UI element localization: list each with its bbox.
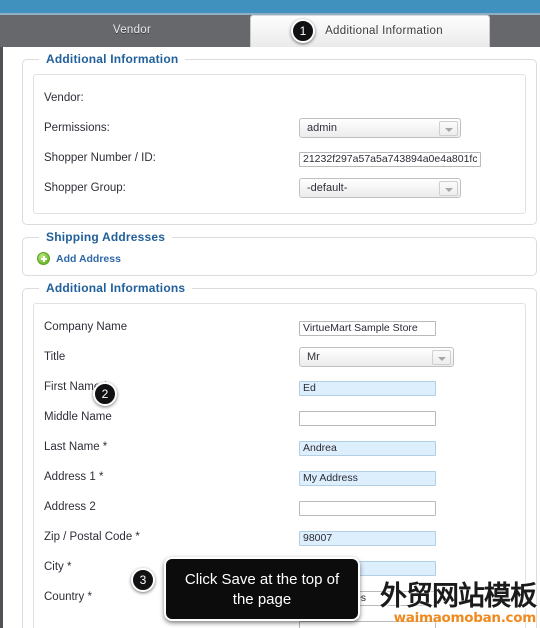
field-row-zip: Zip / Postal Code * [44, 522, 515, 552]
section-additional-informations-legend: Additional Informations [39, 281, 193, 295]
field-row-last-name: Last Name * [44, 432, 515, 462]
permissions-selected-value: admin [307, 122, 337, 134]
section-additional-information-legend: Additional Information [39, 52, 186, 66]
address-1-input[interactable] [299, 470, 436, 486]
zip-input[interactable] [299, 530, 436, 546]
callout-badge-2: 2 [93, 382, 117, 406]
shopper-group-selected-value: -default- [307, 182, 348, 194]
screenshot-root: Vendor Additional Information Additional… [0, 0, 540, 628]
chevron-down-icon[interactable] [432, 350, 451, 365]
field-row-address-1: Address 1 * [44, 462, 515, 492]
page-body: Additional Information Vendor: Permissio… [0, 47, 540, 628]
add-address-label: Add Address [56, 252, 121, 265]
company-name-input[interactable] [299, 320, 436, 336]
permissions-select[interactable]: admin [299, 118, 461, 138]
shopper-group-label: Shopper Group: [44, 182, 126, 194]
callout-badge-3: 3 [131, 568, 155, 592]
middle-name-input[interactable] [299, 410, 436, 426]
shopper-number-input[interactable] [299, 151, 481, 167]
tab-vendor[interactable]: Vendor [14, 15, 250, 47]
title-selected-value: Mr [307, 351, 320, 363]
last-name-input[interactable] [299, 440, 436, 456]
field-row-title: Title Mr [44, 342, 515, 372]
callout-badge-1: 1 [291, 19, 315, 43]
top-accent-bar [0, 0, 540, 13]
address-2-label: Address 2 [44, 501, 96, 513]
field-row-company-name: Company Name [44, 312, 515, 342]
field-row-permissions: Permissions: admin [44, 113, 515, 143]
first-name-input[interactable] [299, 380, 436, 396]
field-row-shopper-group: Shopper Group: -default- [44, 173, 515, 203]
company-name-label: Company Name [44, 321, 128, 333]
plus-circle-icon [37, 252, 50, 265]
title-label: Title [44, 351, 66, 363]
shopper-number-label: Shopper Number / ID: [44, 152, 156, 164]
permissions-label: Permissions: [44, 122, 110, 134]
tab-strip: Vendor Additional Information [0, 15, 540, 47]
vendor-label: Vendor: [44, 92, 84, 104]
tab-additional-information-label: Additional Information [325, 25, 443, 37]
title-select[interactable]: Mr [299, 347, 454, 367]
section-additional-information-box: Vendor: Permissions: admin Shopper Numbe… [33, 74, 526, 214]
page-content: Additional Information Vendor: Permissio… [8, 47, 540, 628]
section-shipping-addresses-legend: Shipping Addresses [39, 230, 173, 244]
field-row-shopper-number: Shopper Number / ID: [44, 143, 515, 173]
first-name-label: First Name * [44, 381, 108, 393]
instruction-tooltip: Click Save at the top of the page [164, 557, 360, 621]
shopper-group-select[interactable]: -default- [299, 178, 461, 198]
zip-label: Zip / Postal Code * [44, 531, 140, 543]
chevron-down-icon[interactable] [439, 121, 458, 136]
section-additional-information: Additional Information Vendor: Permissio… [22, 52, 537, 225]
section-shipping-addresses: Shipping Addresses Add Address [22, 230, 537, 276]
address-2-input[interactable] [299, 500, 436, 516]
middle-name-label: Middle Name [44, 411, 112, 423]
field-row-vendor: Vendor: [44, 83, 515, 113]
address-1-label: Address 1 * [44, 471, 104, 483]
field-row-address-2: Address 2 [44, 492, 515, 522]
last-name-label: Last Name * [44, 441, 108, 453]
tab-vendor-label: Vendor [112, 24, 152, 36]
chevron-down-icon[interactable] [439, 181, 458, 196]
extra-input[interactable] [299, 620, 436, 628]
add-address-link[interactable]: Add Address [33, 248, 526, 269]
tab-additional-information[interactable]: Additional Information [250, 15, 490, 47]
field-row-middle-name: Middle Name [44, 402, 515, 432]
